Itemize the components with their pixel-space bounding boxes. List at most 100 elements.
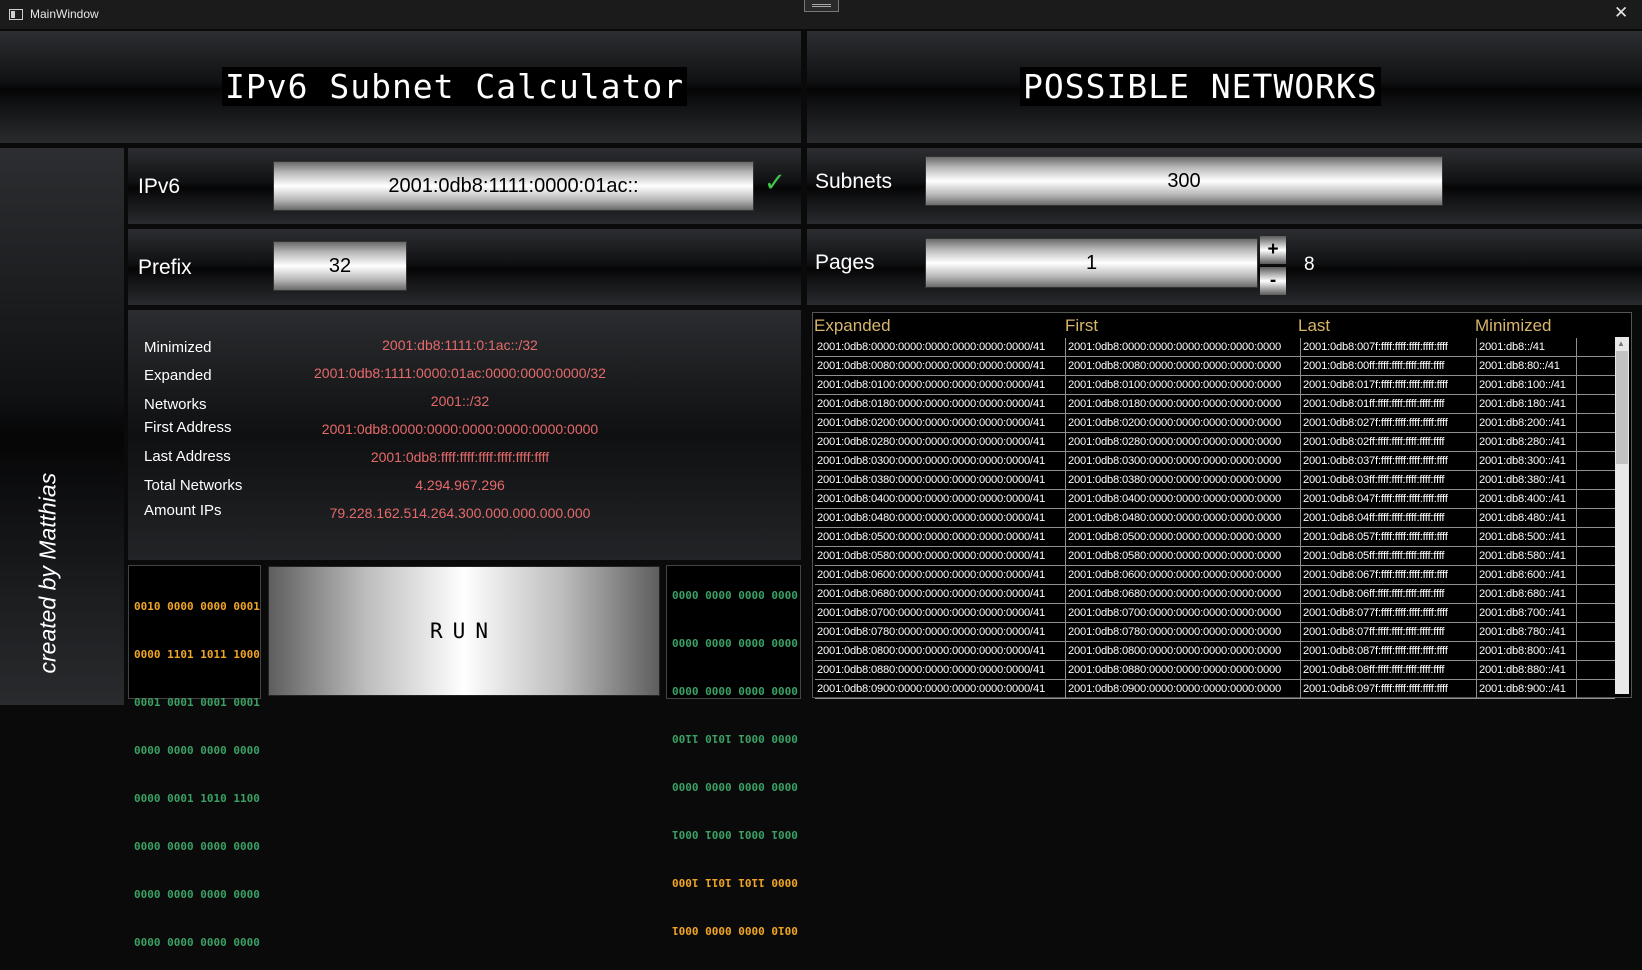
column-header-minimized[interactable]: Minimized xyxy=(1475,316,1552,336)
total-pages: 8 xyxy=(1304,254,1315,275)
binary-line: 0000 0001 1010 1100 xyxy=(134,792,260,805)
prefix-row xyxy=(128,229,801,305)
cell-first: 2001:0db8:0400:0000:0000:0000:0000:0000 xyxy=(1066,490,1301,508)
cell-minimized: 2001:db8:200::/41 xyxy=(1477,414,1577,432)
cell-minimized: 2001:db8:100::/41 xyxy=(1477,376,1577,394)
right-header-panel: POSSIBLE NETWORKS xyxy=(807,31,1642,143)
window-title: MainWindow xyxy=(30,7,99,21)
column-header-expanded[interactable]: Expanded xyxy=(814,316,891,336)
cell-last: 2001:0db8:00ff:ffff:ffff:ffff:ffff:ffff xyxy=(1301,357,1477,375)
table-row[interactable]: 2001:0db8:0700:0000:0000:0000:0000:0000/… xyxy=(815,604,1615,623)
subnets-label: Subnets xyxy=(815,170,893,193)
cell-minimized: 2001:db8:800::/41 xyxy=(1477,642,1577,660)
cell-minimized: 2001:db8:680::/41 xyxy=(1477,585,1577,603)
result-value-minimized: 2001:db8:1111:0:1ac::/32 xyxy=(382,337,538,353)
cell-minimized: 2001:db8:480::/41 xyxy=(1477,509,1577,527)
author-signature: created by Matthias xyxy=(34,472,61,674)
cell-minimized: 2001:db8::/41 xyxy=(1477,338,1577,356)
cell-expanded: 2001:0db8:0080:0000:0000:0000:0000:0000/… xyxy=(815,357,1066,375)
cell-expanded: 2001:0db8:0700:0000:0000:0000:0000:0000/… xyxy=(815,604,1066,622)
binary-line: 0000 0000 0000 0000 xyxy=(134,936,260,949)
table-row[interactable]: 2001:0db8:0900:0000:0000:0000:0000:0000/… xyxy=(815,680,1615,699)
table-row[interactable]: 2001:0db8:0680:0000:0000:0000:0000:0000/… xyxy=(815,585,1615,604)
check-icon: ✓ xyxy=(764,167,786,197)
cell-minimized: 2001:db8:780::/41 xyxy=(1477,623,1577,641)
cell-last: 2001:0db8:087f:ffff:ffff:ffff:ffff:ffff xyxy=(1301,642,1477,660)
title-bar: MainWindow ✕ xyxy=(0,0,1642,29)
cell-minimized: 2001:db8:580::/41 xyxy=(1477,547,1577,565)
cell-last: 2001:0db8:037f:ffff:ffff:ffff:ffff:ffff xyxy=(1301,452,1477,470)
binary-left: 0010 0000 0000 0001 0000 1101 1011 1000 … xyxy=(134,567,260,967)
binary-line: 0000 0000 0000 0000 xyxy=(672,684,798,697)
ipv6-label: IPv6 xyxy=(138,175,181,198)
pages-input[interactable]: 1 xyxy=(925,238,1258,288)
column-header-first[interactable]: First xyxy=(1065,316,1098,336)
scrollbar-thumb[interactable] xyxy=(1616,351,1628,464)
subnets-input[interactable]: 300 xyxy=(925,156,1443,206)
cell-expanded: 2001:0db8:0280:0000:0000:0000:0000:0000/… xyxy=(815,433,1066,451)
table-scrollbar[interactable]: ▲ xyxy=(1615,337,1629,694)
cell-first: 2001:0db8:0780:0000:0000:0000:0000:0000 xyxy=(1066,623,1301,641)
result-label-first-address: First Address xyxy=(144,419,232,436)
cell-first: 2001:0db8:0100:0000:0000:0000:0000:0000 xyxy=(1066,376,1301,394)
scroll-up-icon[interactable]: ▲ xyxy=(1617,339,1625,348)
cell-last: 2001:0db8:01ff:ffff:ffff:ffff:ffff:ffff xyxy=(1301,395,1477,413)
cell-first: 2001:0db8:0700:0000:0000:0000:0000:0000 xyxy=(1066,604,1301,622)
cell-first: 2001:0db8:0480:0000:0000:0000:0000:0000 xyxy=(1066,509,1301,527)
close-icon[interactable]: ✕ xyxy=(1614,3,1628,23)
cell-last: 2001:0db8:047f:ffff:ffff:ffff:ffff:ffff xyxy=(1301,490,1477,508)
table-row[interactable]: 2001:0db8:0380:0000:0000:0000:0000:0000/… xyxy=(815,471,1615,490)
cell-last: 2001:0db8:097f:ffff:ffff:ffff:ffff:ffff xyxy=(1301,680,1477,698)
table-row[interactable]: 2001:0db8:0200:0000:0000:0000:0000:0000/… xyxy=(815,414,1615,433)
drag-handle-icon[interactable] xyxy=(804,0,839,12)
left-header-panel: IPv6 Subnet Calculator xyxy=(0,31,801,143)
cell-first: 2001:0db8:0680:0000:0000:0000:0000:0000 xyxy=(1066,585,1301,603)
binary-line: 0000 0000 0000 0000 xyxy=(672,636,798,649)
table-row[interactable]: 2001:0db8:0800:0000:0000:0000:0000:0000/… xyxy=(815,642,1615,661)
cell-minimized: 2001:db8:600::/41 xyxy=(1477,566,1577,584)
table-row[interactable]: 2001:0db8:0400:0000:0000:0000:0000:0000/… xyxy=(815,490,1615,509)
result-value-networks: 2001::/32 xyxy=(430,393,490,409)
page-increment-button[interactable]: + xyxy=(1260,236,1286,264)
table-row[interactable]: 2001:0db8:0480:0000:0000:0000:0000:0000/… xyxy=(815,509,1615,528)
table-row[interactable]: 2001:0db8:0280:0000:0000:0000:0000:0000/… xyxy=(815,433,1615,452)
result-label-last-address: Last Address xyxy=(144,448,231,465)
table-row[interactable]: 2001:0db8:0500:0000:0000:0000:0000:0000/… xyxy=(815,528,1615,547)
table-row[interactable]: 2001:0db8:0780:0000:0000:0000:0000:0000/… xyxy=(815,623,1615,642)
table-row[interactable]: 2001:0db8:0300:0000:0000:0000:0000:0000/… xyxy=(815,452,1615,471)
prefix-input[interactable]: 32 xyxy=(273,241,407,291)
cell-minimized: 2001:db8:380::/41 xyxy=(1477,471,1577,489)
run-button[interactable]: RUN xyxy=(268,566,660,696)
cell-minimized: 2001:db8:400::/41 xyxy=(1477,490,1577,508)
cell-last: 2001:0db8:017f:ffff:ffff:ffff:ffff:ffff xyxy=(1301,376,1477,394)
ipv6-input[interactable]: 2001:0db8:1111:0000:01ac:: xyxy=(273,161,754,211)
result-value-amount-ips: 79.228.162.514.264.300.000.000.000.000 xyxy=(329,505,591,521)
page-decrement-button[interactable]: - xyxy=(1260,267,1286,295)
cell-first: 2001:0db8:0080:0000:0000:0000:0000:0000 xyxy=(1066,357,1301,375)
result-label-expanded: Expanded xyxy=(144,367,212,384)
binary-line: 0000 0000 0000 0000 xyxy=(672,588,798,601)
binary-line: 0000 1101 1011 1000 xyxy=(672,876,798,889)
table-row[interactable]: 2001:0db8:0100:0000:0000:0000:0000:0000/… xyxy=(815,376,1615,395)
cell-minimized: 2001:db8:900::/41 xyxy=(1477,680,1577,698)
table-row[interactable]: 2001:0db8:0180:0000:0000:0000:0000:0000/… xyxy=(815,395,1615,414)
binary-line: 0000 0000 0000 0000 xyxy=(134,744,260,757)
table-row[interactable]: 2001:0db8:0000:0000:0000:0000:0000:0000/… xyxy=(815,338,1615,357)
result-label-total-networks: Total Networks xyxy=(144,477,243,494)
table-row[interactable]: 2001:0db8:0600:0000:0000:0000:0000:0000/… xyxy=(815,566,1615,585)
table-row[interactable]: 2001:0db8:0080:0000:0000:0000:0000:0000/… xyxy=(815,357,1615,376)
cell-last: 2001:0db8:04ff:ffff:ffff:ffff:ffff:ffff xyxy=(1301,509,1477,527)
cell-first: 2001:0db8:0580:0000:0000:0000:0000:0000 xyxy=(1066,547,1301,565)
table-body: 2001:0db8:0000:0000:0000:0000:0000:0000/… xyxy=(815,338,1615,699)
cell-expanded: 2001:0db8:0800:0000:0000:0000:0000:0000/… xyxy=(815,642,1066,660)
cell-minimized: 2001:db8:300::/41 xyxy=(1477,452,1577,470)
cell-first: 2001:0db8:0500:0000:0000:0000:0000:0000 xyxy=(1066,528,1301,546)
column-header-last[interactable]: Last xyxy=(1298,316,1330,336)
cell-expanded: 2001:0db8:0380:0000:0000:0000:0000:0000/… xyxy=(815,471,1066,489)
table-row[interactable]: 2001:0db8:0880:0000:0000:0000:0000:0000/… xyxy=(815,661,1615,680)
cell-minimized: 2001:db8:700::/41 xyxy=(1477,604,1577,622)
cell-minimized: 2001:db8:280::/41 xyxy=(1477,433,1577,451)
cell-expanded: 2001:0db8:0180:0000:0000:0000:0000:0000/… xyxy=(815,395,1066,413)
result-value-expanded: 2001:0db8:1111:0000:01ac:0000:0000:0000/… xyxy=(314,365,606,381)
table-row[interactable]: 2001:0db8:0580:0000:0000:0000:0000:0000/… xyxy=(815,547,1615,566)
